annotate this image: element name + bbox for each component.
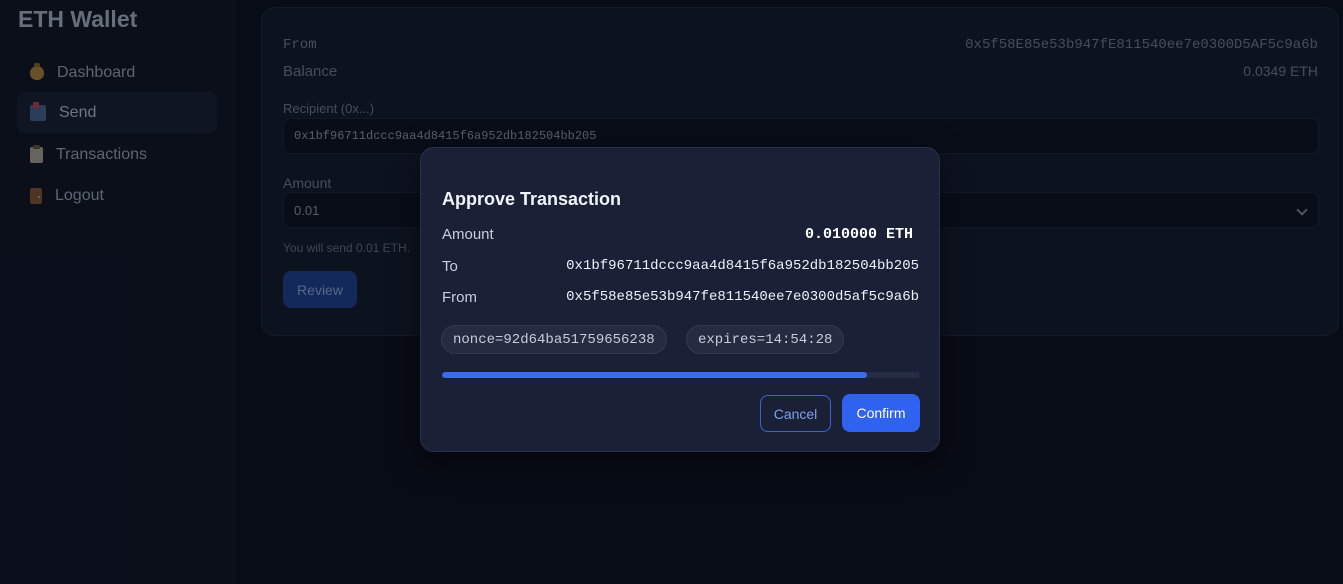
cancel-button[interactable]: Cancel (760, 395, 831, 432)
modal-amount-value: 0.010000 ETH (804, 226, 913, 243)
expiry-progress-bar (442, 372, 920, 378)
modal-from-address: 0x5f58e85e53b947fe811540ee7e0300d5af5c9a… (566, 289, 919, 305)
expiry-progress-fill (442, 372, 868, 378)
nonce-badge: nonce=92d64ba51759656238 (441, 325, 667, 354)
expires-badge: expires=14:54:28 (686, 325, 845, 354)
modal-from-label: From (442, 289, 477, 306)
modal-to-address: 0x1bf96711dccc9aa4d8415f6a952db182504bb2… (566, 258, 919, 274)
modal-amount-label: Amount (442, 226, 494, 243)
modal-to-label: To (442, 258, 458, 275)
approve-transaction-modal: Approve Transaction Amount 0.010000 ETH … (420, 147, 940, 452)
confirm-button[interactable]: Confirm (842, 394, 920, 432)
modal-title: Approve Transaction (442, 189, 622, 209)
